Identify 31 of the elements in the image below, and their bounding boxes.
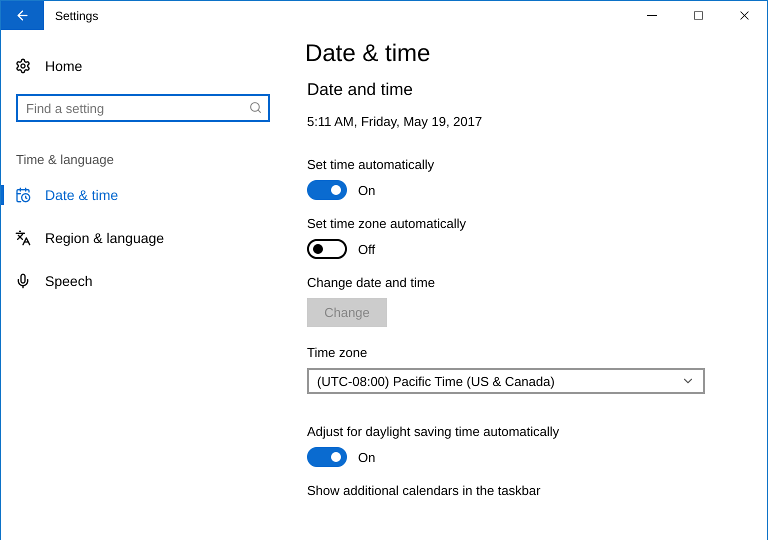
setting-label: Adjust for daylight saving time automatically <box>307 424 560 439</box>
home-nav-item[interactable]: Home <box>1 50 291 82</box>
setting-label: Time zone <box>307 345 368 360</box>
microphone-icon <box>15 273 31 289</box>
sidebar-item[interactable]: Date & time <box>1 179 291 211</box>
setting-label: Show additional calendars in the taskbar <box>307 483 542 498</box>
setting-label: Set time automatically <box>307 157 436 172</box>
toggle-state: On <box>358 450 376 464</box>
search-field[interactable]: Find a setting <box>16 94 270 122</box>
toggle-state: Off <box>358 242 376 256</box>
calendar-clock-icon <box>15 187 31 203</box>
language-icon <box>15 230 31 246</box>
maximize-icon <box>692 10 704 21</box>
window-title: Settings <box>55 8 100 22</box>
page-title: Date & time <box>305 40 432 69</box>
sidebar-item[interactable]: Region & language <box>1 222 291 254</box>
settings-icon <box>15 58 31 74</box>
toggle-state: On <box>358 182 376 198</box>
time-zone-dropdown[interactable]: (UTC-08:00) Pacific Time (US & Canada) <box>307 368 705 394</box>
toggle-switch[interactable] <box>307 239 347 259</box>
search-icon <box>249 101 262 114</box>
back-button[interactable] <box>1 1 44 30</box>
setting-label: Change date and time <box>307 275 436 290</box>
current-date-time: 5:11 AM, Friday, May 19, 2017 <box>307 114 484 129</box>
section-heading: Time & language <box>16 152 115 167</box>
section-heading: Date and time <box>307 80 414 100</box>
toggle-switch[interactable] <box>307 447 347 467</box>
toggle-switch[interactable] <box>307 180 347 200</box>
minimize-icon <box>647 15 657 16</box>
setting-label: Set time zone automatically <box>307 216 467 231</box>
sidebar-item[interactable]: Speech <box>1 265 291 297</box>
